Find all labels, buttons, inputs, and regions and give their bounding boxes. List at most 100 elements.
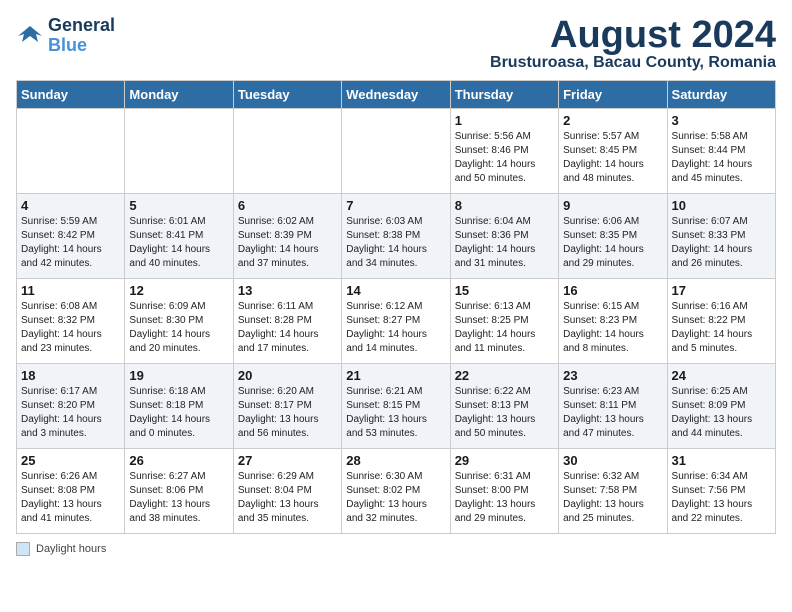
day-header-saturday: Saturday [667, 81, 775, 109]
calendar-cell: 7Sunrise: 6:03 AM Sunset: 8:38 PM Daylig… [342, 194, 450, 279]
calendar-week-2: 11 Sunrise: 6:08 AM Sunset: 8:32 PM Dayli… [17, 279, 776, 364]
calendar-cell [342, 109, 450, 194]
day-number: 14 [346, 283, 445, 298]
day-number: 19 [129, 368, 228, 383]
calendar-cell [233, 109, 341, 194]
day-number: 20 [238, 368, 337, 383]
day-header-thursday: Thursday [450, 81, 558, 109]
calendar-week-3: 18 Sunrise: 6:17 AM Sunset: 8:20 PM Dayli… [17, 364, 776, 449]
day-info: Sunrise: 6:16 AM Sunset: 8:22 PM Dayligh… [672, 300, 771, 356]
day-info: Sunrise: 6:31 AM Sunset: 8:00 PM Dayligh… [455, 470, 554, 526]
day-number: 1 [455, 113, 554, 128]
logo-text: General Blue [48, 16, 115, 56]
day-number: 22 [455, 368, 554, 383]
day-info: Sunrise: 6:01 AM Sunset: 8:41 PM Dayligh… [129, 215, 228, 271]
day-info: Sunrise: 6:03 AM Sunset: 8:38 PM Dayligh… [346, 215, 445, 271]
calendar-cell: 26 Sunrise: 6:27 AM Sunset: 8:06 PM Dayli… [125, 449, 233, 534]
calendar-cell: 19 Sunrise: 6:18 AM Sunset: 8:18 PM Dayli… [125, 364, 233, 449]
legend-label: Daylight hours [36, 543, 106, 555]
day-info: Sunrise: 6:18 AM Sunset: 8:18 PM Dayligh… [129, 385, 228, 441]
day-info: Sunrise: 6:32 AM Sunset: 7:58 PM Dayligh… [563, 470, 662, 526]
day-number: 15 [455, 283, 554, 298]
day-number: 8 [455, 198, 554, 213]
calendar-cell: 30 Sunrise: 6:32 AM Sunset: 7:58 PM Dayli… [559, 449, 667, 534]
day-number: 3 [672, 113, 771, 128]
day-info: Sunrise: 6:34 AM Sunset: 7:56 PM Dayligh… [672, 470, 771, 526]
logo: General Blue [16, 16, 115, 56]
calendar-cell: 9 Sunrise: 6:06 AM Sunset: 8:35 PM Daylig… [559, 194, 667, 279]
title-area: August 2024 Brusturoasa, Bacau County, R… [490, 16, 776, 72]
day-number: 12 [129, 283, 228, 298]
day-number: 24 [672, 368, 771, 383]
day-number: 9 [563, 198, 662, 213]
day-number: 31 [672, 453, 771, 468]
day-header-friday: Friday [559, 81, 667, 109]
day-header-wednesday: Wednesday [342, 81, 450, 109]
day-number: 28 [346, 453, 445, 468]
day-info: Sunrise: 6:21 AM Sunset: 8:15 PM Dayligh… [346, 385, 445, 441]
calendar-cell: 3 Sunrise: 5:58 AM Sunset: 8:44 PM Daylig… [667, 109, 775, 194]
calendar-cell [17, 109, 125, 194]
day-info: Sunrise: 6:08 AM Sunset: 8:32 PM Dayligh… [21, 300, 120, 356]
day-number: 10 [672, 198, 771, 213]
day-info: Sunrise: 6:09 AM Sunset: 8:30 PM Dayligh… [129, 300, 228, 356]
calendar-cell: 29 Sunrise: 6:31 AM Sunset: 8:00 PM Dayli… [450, 449, 558, 534]
day-number: 27 [238, 453, 337, 468]
calendar-cell: 23 Sunrise: 6:23 AM Sunset: 8:11 PM Dayli… [559, 364, 667, 449]
day-number: 18 [21, 368, 120, 383]
calendar-cell: 6 Sunrise: 6:02 AM Sunset: 8:39 PM Daylig… [233, 194, 341, 279]
day-number: 2 [563, 113, 662, 128]
month-title: August 2024 [490, 16, 776, 54]
day-info: Sunrise: 6:17 AM Sunset: 8:20 PM Dayligh… [21, 385, 120, 441]
day-number: 17 [672, 283, 771, 298]
day-number: 25 [21, 453, 120, 468]
calendar-cell: 25Sunrise: 6:26 AM Sunset: 8:08 PM Dayli… [17, 449, 125, 534]
day-number: 29 [455, 453, 554, 468]
footer: Daylight hours [16, 542, 776, 556]
header: General Blue August 2024 Brusturoasa, Ba… [16, 16, 776, 72]
day-number: 21 [346, 368, 445, 383]
calendar-cell: 15 Sunrise: 6:13 AM Sunset: 8:25 PM Dayli… [450, 279, 558, 364]
calendar-week-1: 4 Sunrise: 5:59 AM Sunset: 8:42 PM Daylig… [17, 194, 776, 279]
day-info: Sunrise: 6:25 AM Sunset: 8:09 PM Dayligh… [672, 385, 771, 441]
calendar-cell: 17 Sunrise: 6:16 AM Sunset: 8:22 PM Dayli… [667, 279, 775, 364]
calendar-cell: 22 Sunrise: 6:22 AM Sunset: 8:13 PM Dayli… [450, 364, 558, 449]
day-info: Sunrise: 6:27 AM Sunset: 8:06 PM Dayligh… [129, 470, 228, 526]
day-number: 26 [129, 453, 228, 468]
day-info: Sunrise: 6:06 AM Sunset: 8:35 PM Dayligh… [563, 215, 662, 271]
day-info: Sunrise: 6:02 AM Sunset: 8:39 PM Dayligh… [238, 215, 337, 271]
day-info: Sunrise: 6:22 AM Sunset: 8:13 PM Dayligh… [455, 385, 554, 441]
day-info: Sunrise: 5:56 AM Sunset: 8:46 PM Dayligh… [455, 130, 554, 186]
day-number: 30 [563, 453, 662, 468]
calendar-cell: 16Sunrise: 6:15 AM Sunset: 8:23 PM Dayli… [559, 279, 667, 364]
day-info: Sunrise: 6:04 AM Sunset: 8:36 PM Dayligh… [455, 215, 554, 271]
day-info: Sunrise: 6:23 AM Sunset: 8:11 PM Dayligh… [563, 385, 662, 441]
logo-icon [16, 22, 44, 50]
day-number: 13 [238, 283, 337, 298]
calendar-table: SundayMondayTuesdayWednesdayThursdayFrid… [16, 80, 776, 534]
day-info: Sunrise: 6:13 AM Sunset: 8:25 PM Dayligh… [455, 300, 554, 356]
calendar-cell: 10Sunrise: 6:07 AM Sunset: 8:33 PM Dayli… [667, 194, 775, 279]
day-number: 11 [21, 283, 120, 298]
calendar-week-4: 25Sunrise: 6:26 AM Sunset: 8:08 PM Dayli… [17, 449, 776, 534]
calendar-cell: 8 Sunrise: 6:04 AM Sunset: 8:36 PM Daylig… [450, 194, 558, 279]
calendar-cell: 1 Sunrise: 5:56 AM Sunset: 8:46 PM Daylig… [450, 109, 558, 194]
day-info: Sunrise: 6:29 AM Sunset: 8:04 PM Dayligh… [238, 470, 337, 526]
day-info: Sunrise: 6:12 AM Sunset: 8:27 PM Dayligh… [346, 300, 445, 356]
calendar-cell: 2 Sunrise: 5:57 AM Sunset: 8:45 PM Daylig… [559, 109, 667, 194]
day-info: Sunrise: 6:15 AM Sunset: 8:23 PM Dayligh… [563, 300, 662, 356]
day-number: 6 [238, 198, 337, 213]
day-number: 23 [563, 368, 662, 383]
calendar-cell: 11 Sunrise: 6:08 AM Sunset: 8:32 PM Dayli… [17, 279, 125, 364]
calendar-cell: 28Sunrise: 6:30 AM Sunset: 8:02 PM Dayli… [342, 449, 450, 534]
calendar-cell [125, 109, 233, 194]
day-header-tuesday: Tuesday [233, 81, 341, 109]
day-number: 4 [21, 198, 120, 213]
calendar-cell: 20 Sunrise: 6:20 AM Sunset: 8:17 PM Dayli… [233, 364, 341, 449]
day-info: Sunrise: 5:57 AM Sunset: 8:45 PM Dayligh… [563, 130, 662, 186]
day-info: Sunrise: 5:59 AM Sunset: 8:42 PM Dayligh… [21, 215, 120, 271]
day-info: Sunrise: 5:58 AM Sunset: 8:44 PM Dayligh… [672, 130, 771, 186]
day-info: Sunrise: 6:20 AM Sunset: 8:17 PM Dayligh… [238, 385, 337, 441]
day-number: 5 [129, 198, 228, 213]
calendar-cell: 4 Sunrise: 5:59 AM Sunset: 8:42 PM Daylig… [17, 194, 125, 279]
